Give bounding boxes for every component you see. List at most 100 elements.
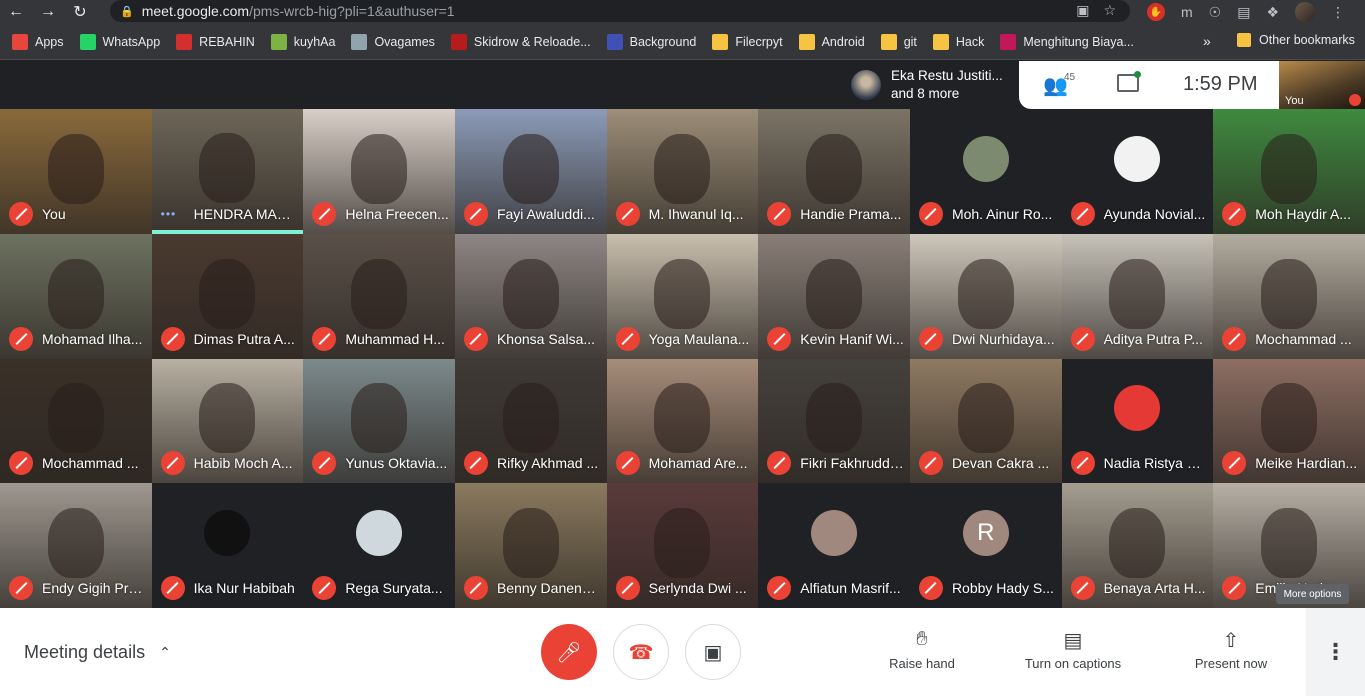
- participant-tile[interactable]: Ayunda Novial...: [1061, 109, 1214, 234]
- self-mic-off-icon: [1349, 94, 1361, 106]
- participant-tile[interactable]: Yunus Oktavia...: [303, 358, 455, 484]
- bookmarks-overflow-icon[interactable]: »: [1203, 33, 1211, 49]
- participant-tile[interactable]: Endy Gigih Pra...: [0, 483, 152, 608]
- participant-tile[interactable]: Meike Hardian...: [1213, 358, 1365, 484]
- mic-toggle-button[interactable]: 🎤︎: [541, 624, 597, 680]
- participant-tile[interactable]: Aditya Putra P...: [1061, 233, 1214, 359]
- participant-name: Muhammad H...: [345, 330, 445, 347]
- reload-icon[interactable]: ↻: [64, 0, 96, 24]
- folder-icon: [1237, 33, 1251, 47]
- present-now-button[interactable]: ⇧ Present now: [1171, 628, 1291, 671]
- address-bar[interactable]: 🔒 meet.google.com /pms-wrcb-hig?pli=1&au…: [110, 0, 1130, 22]
- mic-off-icon: [1222, 451, 1247, 476]
- participant-name: Kevin Hanif Wi...: [800, 330, 904, 347]
- participant-silhouette: [502, 383, 559, 454]
- participant-tile[interactable]: Handie Prama...: [758, 109, 910, 234]
- presenter-name: Eka Restu Justiti...: [891, 68, 1003, 83]
- participant-tile[interactable]: Mochammad ...: [0, 358, 152, 484]
- participant-tile[interactable]: Nadia Ristya D...: [1061, 358, 1214, 484]
- bookmark-item[interactable]: REBAHIN: [176, 33, 255, 50]
- bookmark-item[interactable]: Skidrow & Reloade...: [450, 33, 591, 50]
- bookmark-item[interactable]: Apps: [12, 33, 64, 50]
- extensions-puzzle-icon[interactable]: ❖: [1266, 4, 1279, 21]
- participant-tile[interactable]: Mohamad Are...: [606, 358, 759, 484]
- participant-tile[interactable]: Rega Suryata...: [303, 483, 455, 608]
- chevron-up-icon: ⌃: [159, 644, 171, 660]
- bookmark-item[interactable]: git: [880, 33, 917, 50]
- participant-tile[interactable]: Dimas Putra A...: [151, 233, 304, 359]
- participant-tile[interactable]: Dwi Nurhidaya...: [909, 233, 1062, 359]
- extension-camera-icon[interactable]: ▤: [1237, 4, 1250, 21]
- mic-off-icon: [767, 576, 792, 600]
- camera-icon[interactable]: ▣: [1076, 2, 1089, 19]
- participant-tile[interactable]: Alfiatun Masrif...: [758, 483, 910, 608]
- bookmark-label: Hack: [955, 34, 985, 49]
- browser-menu-icon[interactable]: ⋮: [1331, 4, 1345, 21]
- participant-tile[interactable]: Benaya Arta H...: [1061, 483, 1214, 608]
- lock-icon: 🔒: [120, 5, 134, 18]
- participant-tile[interactable]: You: [0, 109, 152, 234]
- camera-toggle-button[interactable]: ▣: [685, 624, 741, 680]
- participant-silhouette: [957, 258, 1014, 329]
- mic-off-icon: [1070, 326, 1095, 351]
- forward-icon[interactable]: →: [32, 0, 64, 24]
- participant-tile[interactable]: M. Ihwanul Iq...: [606, 109, 759, 234]
- participant-name: Robby Hady S...: [951, 580, 1054, 596]
- participant-tile[interactable]: Habib Moch A...: [151, 358, 304, 484]
- participant-silhouette: [957, 383, 1014, 454]
- participant-tile[interactable]: Devan Cakra ...: [909, 358, 1062, 484]
- bookmark-label: Ovagames: [374, 34, 435, 49]
- raise-hand-button[interactable]: ✋︎ Raise hand: [862, 628, 982, 671]
- participant-avatar: [356, 510, 403, 557]
- participant-tile[interactable]: Moh Haydir A...: [1213, 109, 1365, 234]
- participant-tile[interactable]: Khonsa Salsa...: [454, 233, 607, 359]
- back-icon[interactable]: ←: [0, 0, 32, 24]
- presenter-indicator[interactable]: Eka Restu Justiti... and 8 more: [843, 61, 1020, 109]
- participant-silhouette: [47, 258, 104, 329]
- participant-name: Aditya Putra P...: [1103, 330, 1203, 347]
- participant-tile[interactable]: Benny Danend...: [454, 483, 607, 608]
- participant-tile[interactable]: Fikri Fakhruddi...: [758, 358, 910, 484]
- leave-call-button[interactable]: ☎: [613, 624, 669, 680]
- bookmark-item[interactable]: Filecrpyt: [712, 33, 783, 50]
- participant-silhouette: [199, 383, 256, 454]
- participant-tile[interactable]: Mohamad Ilha...: [0, 233, 152, 359]
- profile-avatar[interactable]: [1295, 2, 1315, 22]
- self-view[interactable]: You: [1279, 61, 1365, 109]
- participant-tile[interactable]: ••• HENDRA MAU...: [151, 109, 304, 234]
- participant-tile[interactable]: Serlynda Dwi ...: [606, 483, 759, 608]
- video-camera-icon: ▣: [703, 641, 723, 664]
- extension-hand-icon[interactable]: ✋: [1146, 3, 1165, 21]
- bookmark-item[interactable]: Hack: [932, 33, 985, 50]
- extension-shield-icon[interactable]: ☉: [1209, 4, 1222, 21]
- bookmark-item[interactable]: Menghitung Biaya...: [1000, 33, 1134, 50]
- other-bookmarks[interactable]: Other bookmarks: [1237, 33, 1355, 47]
- participant-tile[interactable]: Kevin Hanif Wi...: [758, 233, 910, 359]
- participant-tile[interactable]: Ika Nur Habibah: [151, 483, 304, 608]
- captions-button[interactable]: ▤ Turn on captions: [1013, 628, 1133, 671]
- more-options-button[interactable]: ⋮: [1306, 608, 1365, 696]
- extension-m-icon[interactable]: m: [1181, 4, 1193, 20]
- participant-tile[interactable]: Rifky Akhmad ...: [454, 358, 607, 484]
- bookmark-item[interactable]: Background: [606, 33, 696, 50]
- bookmark-favicon-icon: [176, 33, 193, 50]
- bookmark-item[interactable]: Ovagames: [351, 33, 435, 50]
- bookmark-favicon-icon: [606, 33, 623, 50]
- mic-off-icon: [1070, 451, 1095, 476]
- star-icon[interactable]: ☆: [1103, 2, 1116, 19]
- participant-tile[interactable]: Fayi Awaluddi...: [454, 109, 607, 234]
- participant-silhouette: [1261, 258, 1318, 329]
- participant-tile[interactable]: Muhammad H...: [303, 233, 455, 359]
- bookmark-item[interactable]: WhatsApp: [79, 33, 160, 50]
- participant-name: Mochammad ...: [42, 455, 139, 472]
- participant-tile[interactable]: Yoga Maulana...: [606, 233, 759, 359]
- participant-tile[interactable]: Helna Freecen...: [303, 109, 455, 234]
- mic-off-icon: [1070, 576, 1095, 600]
- participant-name: Rifky Akhmad ...: [496, 455, 599, 472]
- meeting-details-button[interactable]: Meeting details ⌃: [24, 642, 171, 663]
- bookmark-item[interactable]: Android: [798, 33, 865, 50]
- participant-tile[interactable]: Moh. Ainur Ro...: [909, 109, 1062, 234]
- participant-tile[interactable]: Mochammad ...: [1213, 233, 1365, 359]
- bookmark-item[interactable]: kuyhAa: [270, 33, 335, 50]
- participant-tile[interactable]: R Robby Hady S...: [909, 483, 1062, 608]
